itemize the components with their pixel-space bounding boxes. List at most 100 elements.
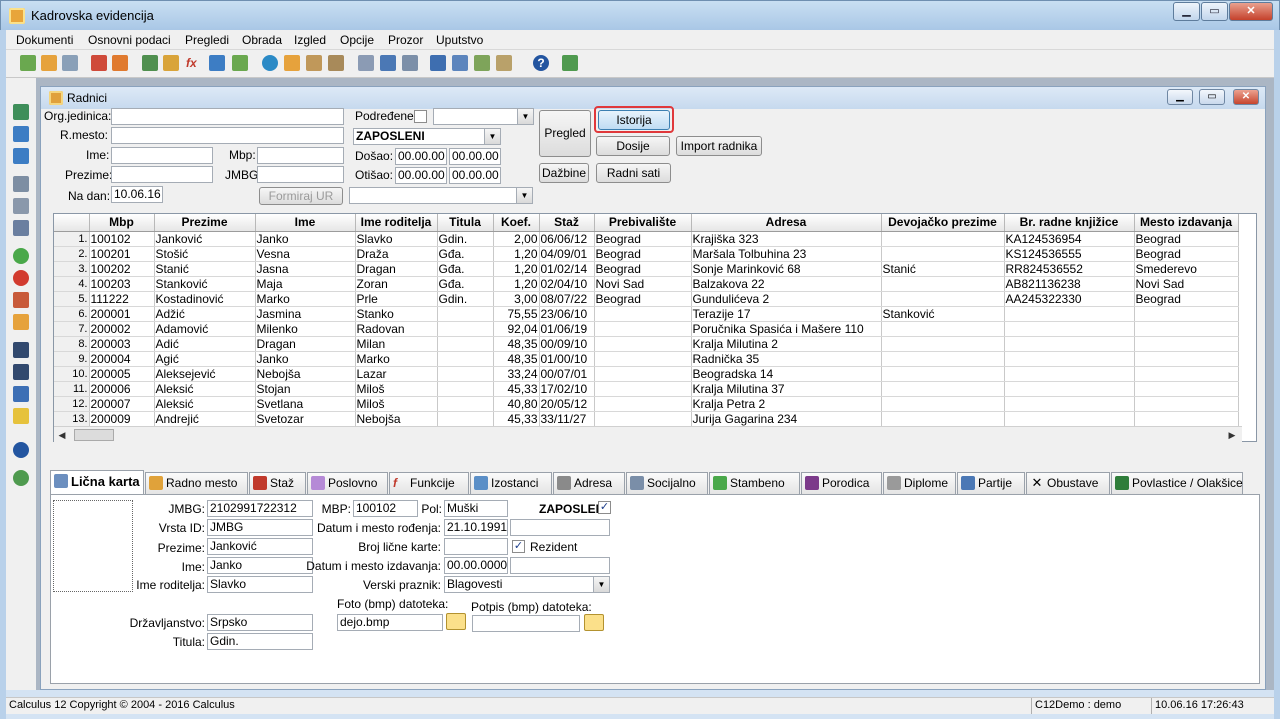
table-cell[interactable]: Jasmina: [255, 306, 356, 322]
vrsta-id-field[interactable]: JMBG: [207, 519, 313, 536]
nadan-input[interactable]: 10.06.16: [111, 186, 163, 203]
table-cell[interactable]: [881, 321, 1005, 337]
table-cell[interactable]: Milenko: [255, 321, 356, 337]
table-cell[interactable]: 00/07/01: [539, 366, 595, 382]
otisao-to-input[interactable]: 00.00.00: [449, 167, 501, 184]
table-cell[interactable]: Miloš: [355, 396, 438, 412]
table-cell[interactable]: Stošić: [154, 246, 256, 262]
col-header[interactable]: Prezime: [154, 214, 256, 232]
table-cell[interactable]: [881, 276, 1005, 292]
print-icon[interactable]: [13, 176, 29, 192]
chevron-down-icon[interactable]: ▼: [516, 188, 532, 203]
tab-porodica[interactable]: Porodica: [801, 472, 882, 494]
col-header[interactable]: Ime: [255, 214, 356, 232]
table-cell[interactable]: [594, 351, 692, 367]
mesto-izdavanja-field[interactable]: [510, 557, 610, 574]
employee-grid[interactable]: Mbp Prezime Ime Ime roditelja Titula Koe…: [53, 213, 1257, 443]
table-cell[interactable]: Aleksić: [154, 396, 256, 412]
table-cell[interactable]: Beograd: [594, 231, 692, 247]
table-cell[interactable]: [437, 366, 494, 382]
help-icon[interactable]: [13, 442, 29, 458]
table-cell[interactable]: [1004, 396, 1135, 412]
foto-field[interactable]: dejo.bmp: [337, 614, 443, 631]
table-row[interactable]: 3. 100202 Stanić Jasna Dragan Gđa. 1,20 01/02/1…: [54, 261, 1239, 277]
sort-icon[interactable]: [13, 386, 29, 402]
table-cell[interactable]: Gdin.: [437, 231, 494, 247]
table-cell[interactable]: AA245322330: [1004, 291, 1135, 307]
house-icon[interactable]: [306, 55, 322, 71]
table-cell[interactable]: Beograd: [1134, 231, 1239, 247]
tab-staz[interactable]: Staž: [249, 472, 306, 494]
report-info-icon[interactable]: [380, 55, 396, 71]
table-cell[interactable]: 111222: [89, 291, 155, 307]
print-preview-icon[interactable]: [13, 198, 29, 214]
table-cell[interactable]: Svetlana: [255, 396, 356, 412]
scroll-left-icon[interactable]: ◀: [54, 427, 70, 443]
table-row[interactable]: 7. 200002 Adamović Milenko Radovan 92,04 01/06…: [54, 321, 1239, 337]
table-cell[interactable]: 08/07/22: [539, 291, 595, 307]
table-cell[interactable]: Stanković: [881, 306, 1005, 322]
import-radnika-button[interactable]: Import radnika: [676, 136, 762, 156]
table-cell[interactable]: 04/09/01: [539, 246, 595, 262]
menu-obrada[interactable]: Obrada: [242, 33, 282, 47]
table-cell[interactable]: 20/05/12: [539, 396, 595, 412]
table-cell[interactable]: 1,20: [493, 246, 540, 262]
folder-icon[interactable]: [584, 614, 604, 631]
table-cell[interactable]: Vesna: [255, 246, 356, 262]
menu-pregledi[interactable]: Pregledi: [185, 33, 229, 47]
table-cell[interactable]: Krajiška 323: [691, 231, 882, 247]
table-cell[interactable]: 200001: [89, 306, 155, 322]
table-cell[interactable]: Kralja Milutina 37: [691, 381, 882, 397]
table-cell[interactable]: 01/00/10: [539, 351, 595, 367]
child-minimize-button[interactable]: ▁: [1167, 89, 1193, 105]
radni-sati-button[interactable]: Radni sati: [596, 163, 671, 183]
verski-praznik-combo[interactable]: Blagovesti ▼: [444, 576, 610, 593]
table-cell[interactable]: Stanko: [355, 306, 438, 322]
table-cell[interactable]: 23/06/10: [539, 306, 595, 322]
hscroll-thumb[interactable]: [74, 429, 114, 441]
table-cell[interactable]: [437, 396, 494, 412]
table-cell[interactable]: Dragan: [255, 336, 356, 352]
list-icon[interactable]: [402, 55, 418, 71]
table-cell[interactable]: Aleksić: [154, 381, 256, 397]
table-cell[interactable]: 200009: [89, 411, 155, 427]
table-cell[interactable]: [1004, 351, 1135, 367]
find-icon[interactable]: [13, 342, 29, 358]
table-cell[interactable]: Sonje Marinković 68: [691, 261, 882, 277]
table-cell[interactable]: Beograd: [594, 246, 692, 262]
col-header[interactable]: Titula: [437, 214, 494, 232]
child-maximize-button[interactable]: ▭: [1199, 89, 1225, 105]
person-icon[interactable]: [232, 55, 248, 71]
tab-partije[interactable]: Partije: [957, 472, 1025, 494]
table-cell[interactable]: [881, 336, 1005, 352]
table-cell[interactable]: Balzakova 22: [691, 276, 882, 292]
table-cell[interactable]: Beograd: [1134, 291, 1239, 307]
open-icon[interactable]: [20, 55, 36, 71]
table-cell[interactable]: Stanković: [154, 276, 256, 292]
table-cell[interactable]: 200005: [89, 366, 155, 382]
save-icon[interactable]: [13, 104, 29, 120]
table-cell[interactable]: [1134, 411, 1239, 427]
archive-icon[interactable]: [496, 55, 512, 71]
table-cell[interactable]: Beograd: [594, 261, 692, 277]
save-as-icon[interactable]: [13, 126, 29, 142]
table-cell[interactable]: 3,00: [493, 291, 540, 307]
table-cell[interactable]: [437, 321, 494, 337]
table-cell[interactable]: [594, 366, 692, 382]
table-cell[interactable]: 2,00: [493, 231, 540, 247]
table-cell[interactable]: [594, 411, 692, 427]
table-cell[interactable]: Jurija Gagarina 234: [691, 411, 882, 427]
menu-dokumenti[interactable]: Dokumenti: [16, 33, 73, 47]
table-cell[interactable]: Marko: [255, 291, 356, 307]
chevron-down-icon[interactable]: ▼: [593, 577, 609, 592]
table-cell[interactable]: 1,20: [493, 261, 540, 277]
home-icon[interactable]: [328, 55, 344, 71]
table-cell[interactable]: Poručnika Spasića i Mašere 110: [691, 321, 882, 337]
table-row[interactable]: 12. 200007 Aleksić Svetlana Miloš 40,80 20/05/…: [54, 396, 1239, 412]
table-cell[interactable]: [1134, 321, 1239, 337]
ime-field[interactable]: Janko: [207, 557, 313, 574]
table-cell[interactable]: [594, 381, 692, 397]
table-cell[interactable]: Milan: [355, 336, 438, 352]
tab-adresa[interactable]: Adresa: [553, 472, 625, 494]
delete-icon[interactable]: [91, 55, 107, 71]
